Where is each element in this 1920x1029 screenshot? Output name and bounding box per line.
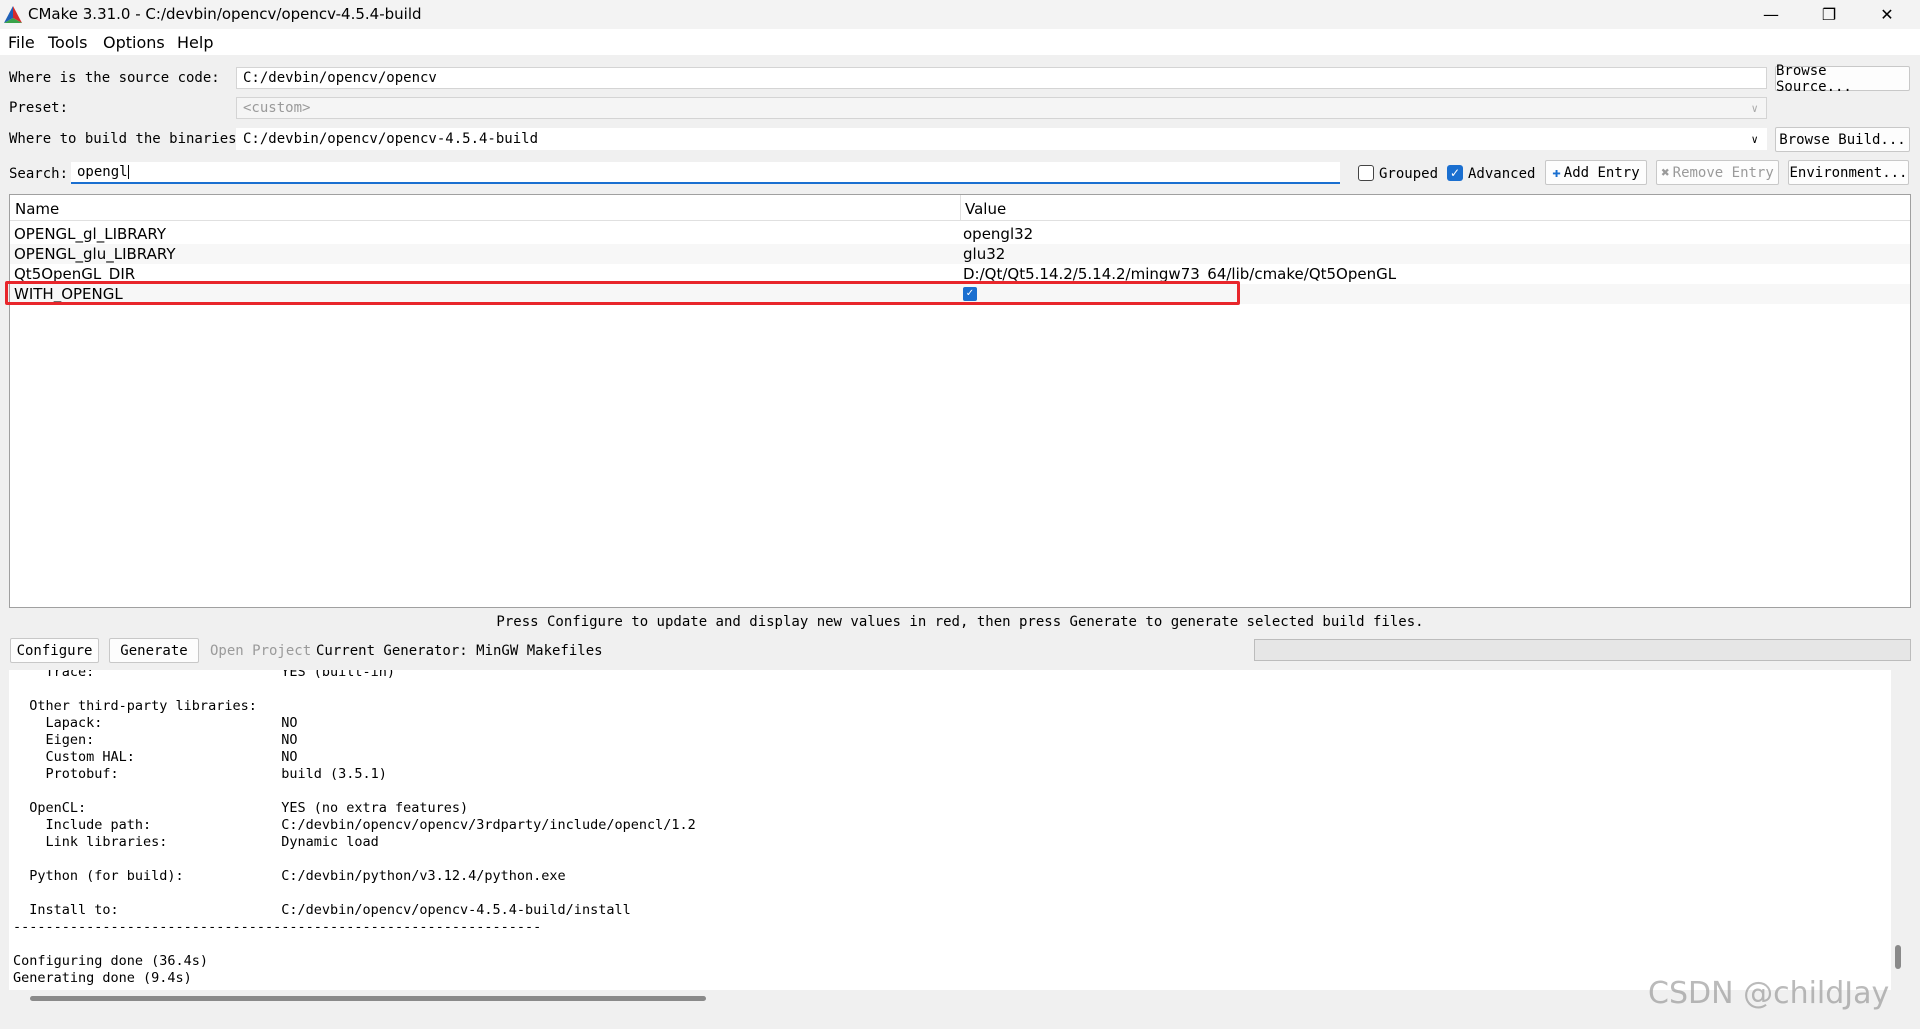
- cmake-logo-icon: [4, 6, 22, 23]
- grouped-checkbox[interactable]: [1358, 165, 1374, 181]
- restore-icon: ❐: [1821, 5, 1837, 24]
- row-value[interactable]: glu32: [963, 245, 1005, 263]
- log-horizontal-scrollbar[interactable]: [30, 996, 706, 1001]
- row-value[interactable]: opengl32: [963, 225, 1033, 243]
- chevron-down-icon: ∨: [1751, 133, 1758, 146]
- source-label: Where is the source code:: [9, 70, 220, 86]
- search-label: Search:: [9, 166, 69, 182]
- browse-source-button[interactable]: Browse Source...: [1775, 63, 1910, 95]
- column-header-name[interactable]: Name: [15, 200, 59, 218]
- build-path-value: C:/devbin/opencv/opencv-4.5.4-build: [243, 131, 539, 147]
- menu-bar: File Tools Options Help: [0, 29, 1920, 55]
- preset-label: Preset:: [9, 100, 69, 116]
- restore-button[interactable]: ❐: [1800, 0, 1858, 29]
- menu-file[interactable]: File: [8, 33, 35, 52]
- build-path-select[interactable]: C:/devbin/opencv/opencv-4.5.4-build ∨: [236, 128, 1767, 150]
- remove-entry-button[interactable]: ✖ Remove Entry: [1656, 160, 1779, 185]
- menu-tools[interactable]: Tools: [48, 33, 87, 52]
- check-icon: ✓: [1449, 166, 1461, 180]
- close-icon: ✕: [1880, 5, 1894, 24]
- minimize-icon: —: [1763, 5, 1779, 24]
- table-row[interactable]: OPENGL_gl_LIBRARY opengl32: [10, 224, 1910, 244]
- build-label: Where to build the binaries:: [9, 131, 246, 147]
- generate-button[interactable]: Generate: [109, 638, 199, 663]
- advanced-label: Advanced: [1468, 166, 1536, 182]
- minimize-button[interactable]: —: [1742, 0, 1800, 29]
- remove-icon: ✖: [1661, 164, 1670, 181]
- status-hint: Press Configure to update and display ne…: [496, 614, 1424, 630]
- menu-help[interactable]: Help: [177, 33, 213, 52]
- table-header: Name Value: [10, 195, 1910, 221]
- cache-variables-table: Name Value OPENGL_gl_LIBRARY opengl32 OP…: [5, 194, 1911, 608]
- advanced-checkbox[interactable]: ✓: [1447, 165, 1463, 181]
- search-input[interactable]: opengl: [71, 162, 1340, 184]
- grouped-label: Grouped: [1379, 166, 1439, 182]
- window-title: CMake 3.31.0 - C:/devbin/opencv/opencv-4…: [28, 5, 422, 23]
- watermark: CSDN @childJay: [1648, 976, 1890, 1011]
- progress-bar: [1254, 639, 1911, 661]
- highlight-box: [5, 281, 1240, 305]
- remove-entry-label: Remove Entry: [1672, 164, 1774, 181]
- menu-options[interactable]: Options: [103, 33, 165, 52]
- output-log: Trace: YES (built-in) Other third-party …: [9, 670, 1891, 990]
- column-divider[interactable]: [960, 195, 961, 220]
- text-cursor: [127, 165, 129, 179]
- preset-value: <custom>: [243, 100, 311, 116]
- log-vertical-scrollbar[interactable]: [1895, 945, 1901, 969]
- row-name: OPENGL_gl_LIBRARY: [14, 225, 166, 243]
- table-row[interactable]: OPENGL_glu_LIBRARY glu32: [10, 244, 1910, 264]
- configure-button[interactable]: Configure: [10, 638, 99, 663]
- plus-icon: ✚: [1552, 164, 1561, 181]
- open-project-button[interactable]: Open Project: [210, 643, 311, 659]
- chevron-down-icon: ∨: [1751, 102, 1758, 115]
- add-entry-label: Add Entry: [1563, 164, 1640, 181]
- row-name: OPENGL_glu_LIBRARY: [14, 245, 176, 263]
- search-value: opengl: [77, 164, 128, 180]
- column-header-value[interactable]: Value: [965, 200, 1006, 218]
- source-path-input[interactable]: C:/devbin/opencv/opencv: [236, 67, 1767, 89]
- add-entry-button[interactable]: ✚ Add Entry: [1545, 160, 1647, 185]
- browse-build-button[interactable]: Browse Build...: [1775, 127, 1910, 152]
- environment-button[interactable]: Environment...: [1788, 160, 1909, 185]
- close-button[interactable]: ✕: [1858, 0, 1916, 29]
- preset-select[interactable]: <custom> ∨: [236, 97, 1767, 119]
- current-generator-label: Current Generator: MinGW Makefiles: [316, 643, 603, 659]
- output-log-text: Trace: YES (built-in) Other third-party …: [13, 670, 696, 986]
- title-bar: CMake 3.31.0 - C:/devbin/opencv/opencv-4…: [0, 0, 1920, 29]
